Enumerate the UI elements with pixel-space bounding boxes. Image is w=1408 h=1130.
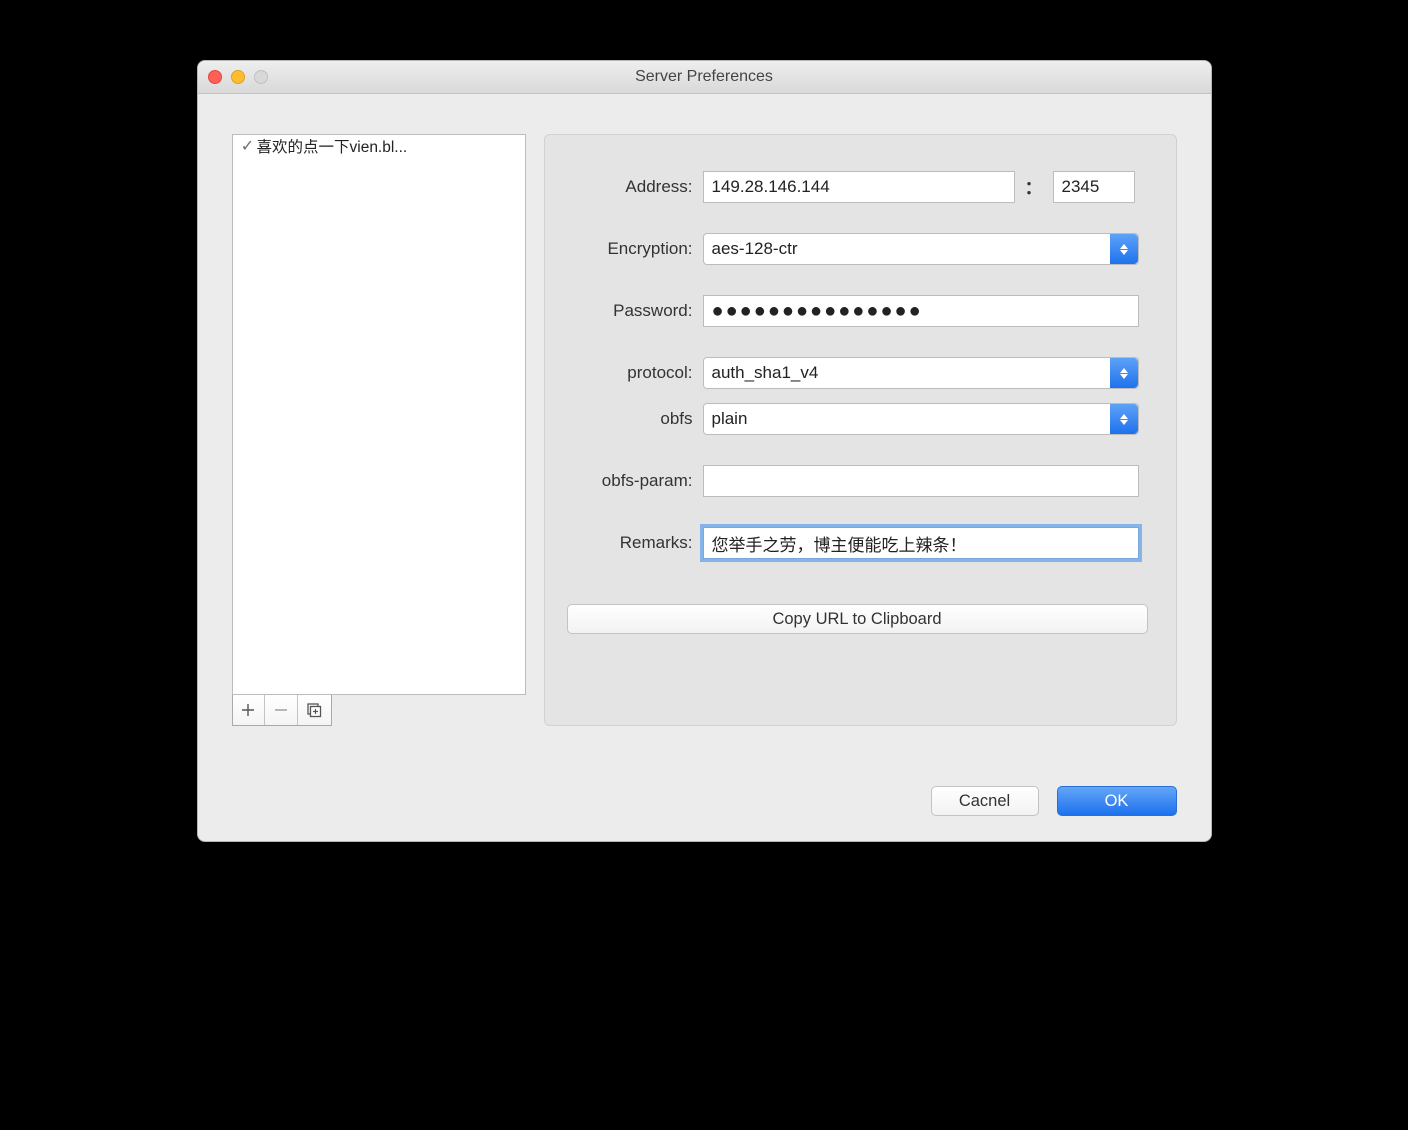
window: Server Preferences ✓ 喜欢的点一下vien.bl... <box>197 60 1212 842</box>
window-title: Server Preferences <box>635 68 773 86</box>
cancel-button[interactable]: Cacnel <box>931 786 1039 816</box>
address-separator: ： <box>1015 174 1053 200</box>
duplicate-server-button[interactable] <box>298 695 331 725</box>
titlebar: Server Preferences <box>198 61 1211 94</box>
label-obfs-param: obfs-param: <box>567 471 703 491</box>
minus-icon <box>274 703 288 717</box>
copy-url-button[interactable]: Copy URL to Clipboard <box>567 604 1148 634</box>
add-server-button[interactable] <box>233 695 266 725</box>
row-obfs: obfs plain <box>567 403 1154 435</box>
chevron-updown-icon <box>1110 404 1138 434</box>
ok-button[interactable]: OK <box>1057 786 1177 816</box>
duplicate-icon <box>306 702 322 718</box>
remove-server-button[interactable] <box>265 695 298 725</box>
address-input[interactable] <box>703 171 1015 203</box>
password-input[interactable]: ●●●●●●●●●●●●●●● <box>703 295 1139 327</box>
remarks-input[interactable] <box>703 527 1139 559</box>
chevron-updown-icon <box>1110 358 1138 388</box>
sidebar: ✓ 喜欢的点一下vien.bl... <box>232 134 526 726</box>
content: ✓ 喜欢的点一下vien.bl... <box>198 94 1211 746</box>
row-obfs-param: obfs-param: <box>567 465 1154 497</box>
obfs-value: plain <box>712 409 748 429</box>
plus-icon <box>241 703 255 717</box>
close-icon[interactable] <box>208 70 222 84</box>
minimize-icon[interactable] <box>231 70 245 84</box>
server-list-item-label: 喜欢的点一下vien.bl... <box>257 135 408 157</box>
obfs-param-input[interactable] <box>703 465 1139 497</box>
port-input[interactable] <box>1053 171 1135 203</box>
row-encryption: Encryption: aes-128-ctr <box>567 233 1154 265</box>
server-list[interactable]: ✓ 喜欢的点一下vien.bl... <box>232 134 526 695</box>
protocol-value: auth_sha1_v4 <box>712 363 819 383</box>
obfs-select[interactable]: plain <box>703 403 1139 435</box>
encryption-select[interactable]: aes-128-ctr <box>703 233 1139 265</box>
chevron-updown-icon <box>1110 234 1138 264</box>
footer: Cacnel OK <box>198 746 1211 841</box>
label-address: Address: <box>567 177 703 197</box>
label-obfs: obfs <box>567 409 703 429</box>
form-panel: Address: ： Encryption: aes-128-ctr Passw… <box>544 134 1177 726</box>
traffic-lights <box>208 70 268 84</box>
label-remarks: Remarks: <box>567 533 703 553</box>
label-encryption: Encryption: <box>567 239 703 259</box>
row-password: Password: ●●●●●●●●●●●●●●● <box>567 295 1154 327</box>
checkmark-icon: ✓ <box>239 136 257 156</box>
list-toolbar <box>232 695 332 726</box>
label-protocol: protocol: <box>567 363 703 383</box>
label-password: Password: <box>567 301 703 321</box>
row-remarks: Remarks: <box>567 527 1154 559</box>
protocol-select[interactable]: auth_sha1_v4 <box>703 357 1139 389</box>
maximize-icon <box>254 70 268 84</box>
row-protocol: protocol: auth_sha1_v4 <box>567 357 1154 389</box>
row-address: Address: ： <box>567 171 1154 203</box>
encryption-value: aes-128-ctr <box>712 239 798 259</box>
server-list-item[interactable]: ✓ 喜欢的点一下vien.bl... <box>233 135 525 157</box>
